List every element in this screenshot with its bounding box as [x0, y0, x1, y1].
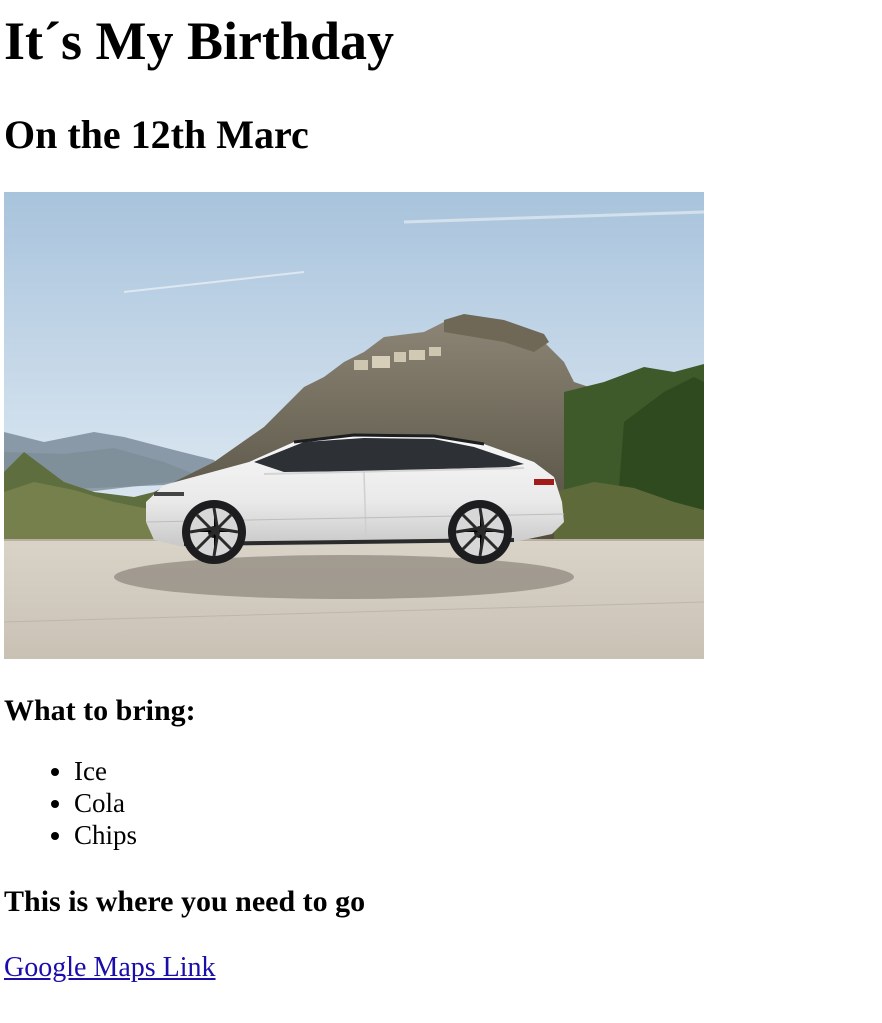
page-subtitle: On the 12th Marc [4, 112, 309, 157]
google-maps-link[interactable]: Google Maps Link [4, 951, 216, 985]
page: It´s My Birthday On the 12th Marc What t… [0, 0, 882, 985]
list-item: Chips [74, 819, 882, 851]
page-title: It´s My Birthday [4, 11, 394, 71]
what-to-bring-heading: What to bring: [4, 694, 196, 727]
list-item: Cola [74, 787, 882, 819]
list-item: Ice [74, 755, 882, 787]
location-heading: This is where you need to go [4, 885, 366, 918]
hero-image [4, 192, 704, 659]
bring-list: Ice Cola Chips [4, 755, 882, 851]
